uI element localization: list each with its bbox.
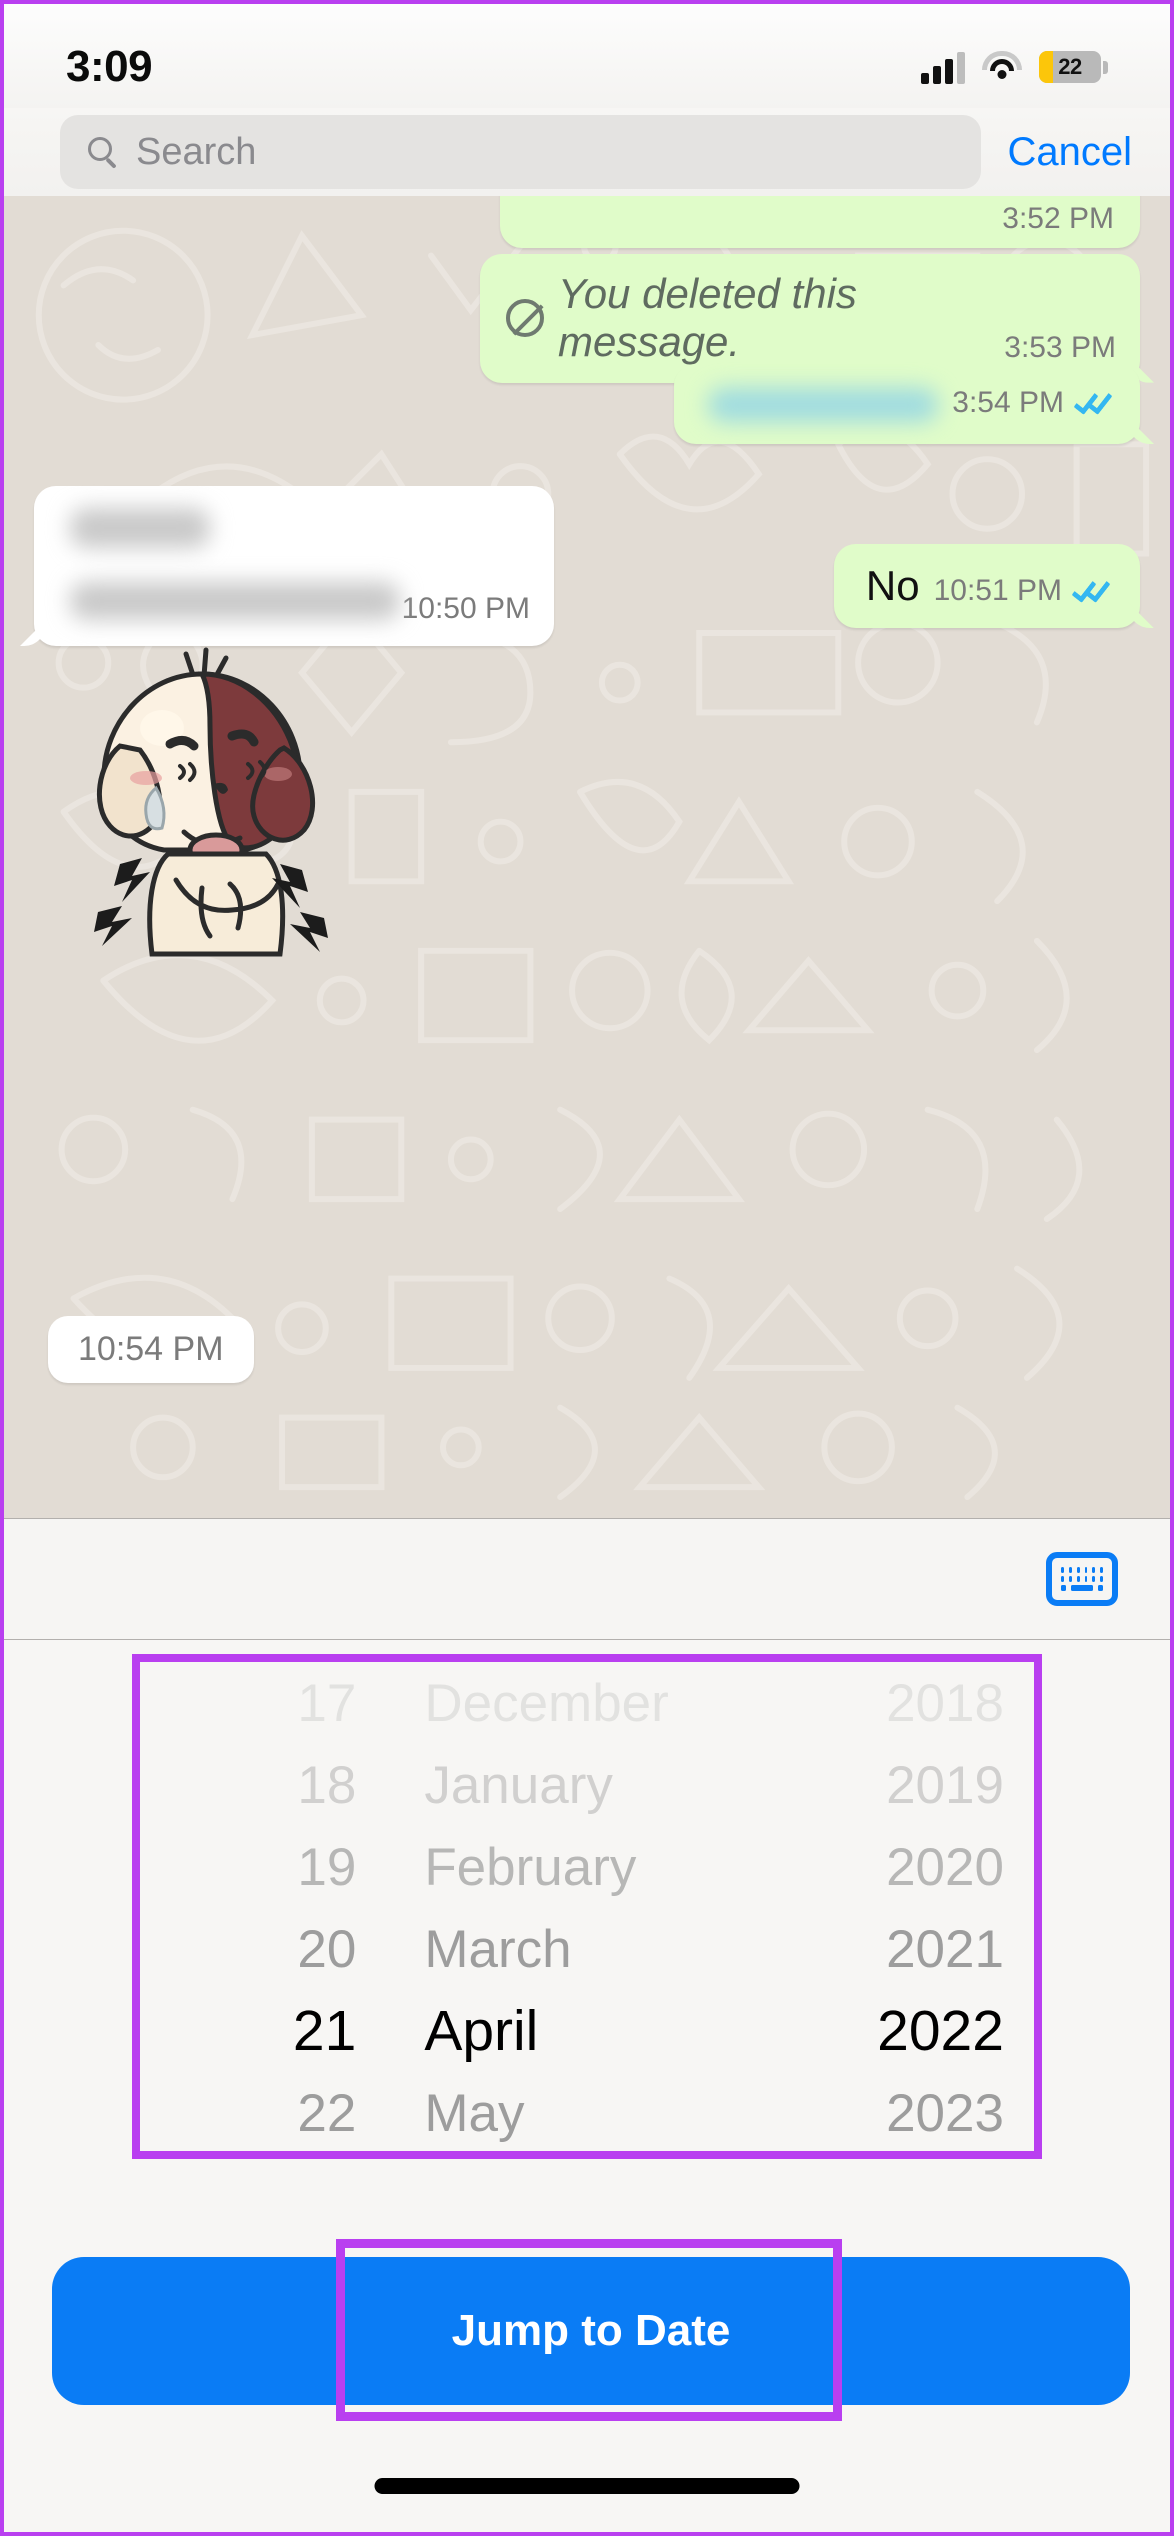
day-option[interactable]: 17 [140,1662,390,1744]
status-bar-clock: 3:09 [66,42,153,91]
sticker-timestamp-pill: 10:54 PM [48,1316,254,1383]
battery-icon: 22 [1039,51,1101,83]
message-timestamp: 3:53 PM [1004,330,1116,364]
month-option[interactable]: March [390,1908,765,1990]
message-timestamp: 10:54 PM [78,1330,224,1368]
redacted-message-content [70,508,210,548]
day-option[interactable]: 22 [140,2072,390,2151]
message-bubble-outgoing[interactable]: 3:52 PM [500,196,1140,248]
message-timestamp: 10:51 PM [933,574,1062,608]
month-option[interactable]: June [390,2154,765,2159]
date-picker-year-column[interactable]: 2018 2019 2020 2021 2022 2023 2024 2025 [766,1662,1034,2151]
sad-shivering-puppy-sticker [94,647,328,957]
keyboard-toolbar [4,1518,1170,1640]
chat-message-list[interactable]: 3:52 PM You deleted this message. 3:53 P… [4,196,1170,1518]
read-receipt-double-check-icon [1071,576,1114,604]
message-timestamp: 3:54 PM [952,386,1064,419]
redacted-message-content [708,388,939,422]
year-option[interactable]: 2019 [766,1744,1034,1826]
cancel-button[interactable]: Cancel [1007,130,1132,175]
month-option-selected[interactable]: April [390,1990,765,2072]
cellular-signal-icon [921,50,965,84]
month-option[interactable]: May [390,2072,765,2151]
message-bubble-outgoing[interactable]: No 10:51 PM [833,544,1140,629]
home-indicator [374,2478,800,2494]
message-text: No [865,562,920,609]
month-option[interactable]: December [390,1662,765,1744]
message-meta: 3:53 PM [1004,331,1116,367]
month-option[interactable]: February [390,1826,765,1908]
search-bar: Search Cancel [4,108,1170,196]
message-meta: 3:54 PM [952,386,1116,422]
message-timestamp: 3:52 PM [1002,202,1114,235]
year-option[interactable]: 2024 [766,2154,1034,2159]
jump-to-date-annotation [336,2239,842,2421]
date-picker[interactable]: 17 18 19 20 21 22 23 24 December January… [132,1654,1042,2159]
day-option[interactable]: 19 [140,1826,390,1908]
deleted-message-text: You deleted this message. [506,270,990,367]
sticker-message[interactable] [34,636,374,976]
date-picker-month-column[interactable]: December January February March April Ma… [390,1662,765,2151]
read-receipt-double-check-icon [1073,388,1116,416]
message-meta: 10:51 PM [934,574,1114,610]
message-bubble-redacted[interactable]: 3:54 PM [674,364,1140,444]
search-placeholder: Search [136,130,257,173]
search-input[interactable]: Search [60,115,982,189]
message-row: 3:54 PM [34,364,1140,444]
date-picker-day-column[interactable]: 17 18 19 20 21 22 23 24 [140,1662,390,2151]
messages-container: 3:52 PM You deleted this message. 3:53 P… [4,196,1170,1518]
battery-cap [1103,60,1108,74]
message-row-clipped: 3:52 PM [4,196,1170,254]
year-option[interactable]: 2023 [766,2072,1034,2151]
keyboard-icon[interactable] [1046,1552,1118,1606]
wifi-icon [982,51,1022,83]
day-option[interactable]: 23 [140,2154,390,2159]
day-option[interactable]: 20 [140,1908,390,1990]
day-option-selected[interactable]: 21 [140,1990,390,2072]
battery-percent-label: 22 [1058,54,1082,79]
no-entry-icon [506,299,544,338]
search-icon [88,137,118,169]
year-option[interactable]: 2018 [766,1662,1034,1744]
status-bar-indicators: 22 [921,50,1108,84]
phone-screen: 3:09 22 Search Cancel 3:52 PM You delete… [0,0,1174,2536]
day-option[interactable]: 18 [140,1744,390,1826]
month-option[interactable]: January [390,1744,765,1826]
status-bar: 3:09 22 [4,4,1170,108]
year-option[interactable]: 2021 [766,1908,1034,1990]
message-row: No 10:51 PM [34,544,1140,629]
year-option-selected[interactable]: 2022 [766,1990,1034,2072]
year-option[interactable]: 2020 [766,1826,1034,1908]
